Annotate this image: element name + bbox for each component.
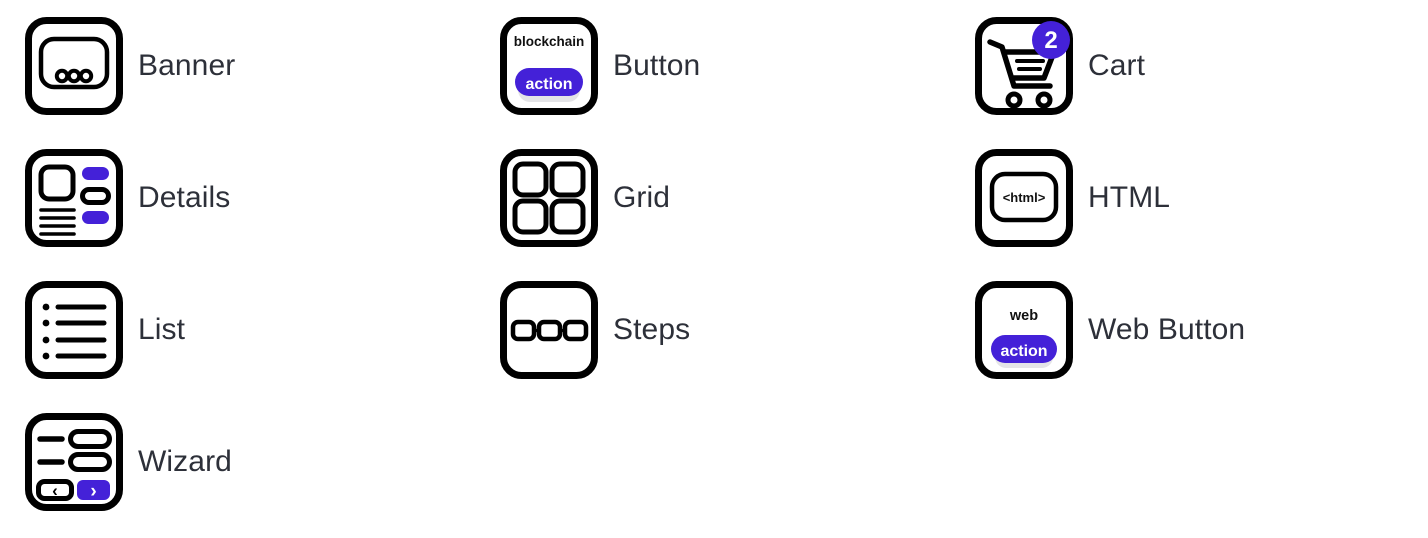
- legend-item-banner[interactable]: Banner: [0, 0, 475, 132]
- legend-label: Banner: [138, 49, 236, 82]
- wizard-icon: ‹ ›: [24, 412, 124, 512]
- svg-text:action: action: [525, 76, 572, 93]
- legend-item-steps[interactable]: Steps: [475, 264, 950, 396]
- grid-icon: [499, 148, 599, 248]
- legend-item-html[interactable]: <html> HTML: [950, 132, 1428, 264]
- legend-item-button[interactable]: blockchain action Button: [475, 0, 950, 132]
- legend-grid: Banner blockchain action Button 2 Cart D…: [0, 0, 1428, 538]
- legend-label: Button: [613, 49, 701, 82]
- legend-item-cart[interactable]: 2 Cart: [950, 0, 1428, 132]
- svg-text:action: action: [1000, 343, 1047, 360]
- legend-item-wizard[interactable]: ‹ › Wizard: [0, 396, 475, 528]
- legend-item-grid[interactable]: Grid: [475, 132, 950, 264]
- svg-text:›: ›: [90, 481, 96, 502]
- svg-text:blockchain: blockchain: [514, 34, 585, 49]
- legend-label: Web Button: [1088, 313, 1246, 346]
- legend-item-details[interactable]: Details: [0, 132, 475, 264]
- legend-label: HTML: [1088, 181, 1171, 214]
- svg-text:2: 2: [1044, 27, 1057, 54]
- legend-item-list[interactable]: List: [0, 264, 475, 396]
- svg-text:web: web: [1009, 308, 1038, 324]
- button-icon: blockchain action: [499, 16, 599, 116]
- legend-label: Wizard: [138, 445, 232, 478]
- list-icon: [24, 280, 124, 380]
- legend-label: Details: [138, 181, 231, 214]
- legend-label: Steps: [613, 313, 691, 346]
- html-icon: <html>: [974, 148, 1074, 248]
- cart-icon: 2: [974, 16, 1074, 116]
- legend-label: Cart: [1088, 49, 1146, 82]
- legend-item-web-button[interactable]: web action Web Button: [950, 264, 1428, 396]
- web-button-icon: web action: [974, 280, 1074, 380]
- legend-label: List: [138, 313, 186, 346]
- svg-text:‹: ‹: [52, 481, 58, 500]
- details-icon: [24, 148, 124, 248]
- svg-text:<html>: <html>: [1003, 190, 1046, 205]
- banner-icon: [24, 16, 124, 116]
- legend-label: Grid: [613, 181, 671, 214]
- steps-icon: [499, 280, 599, 380]
